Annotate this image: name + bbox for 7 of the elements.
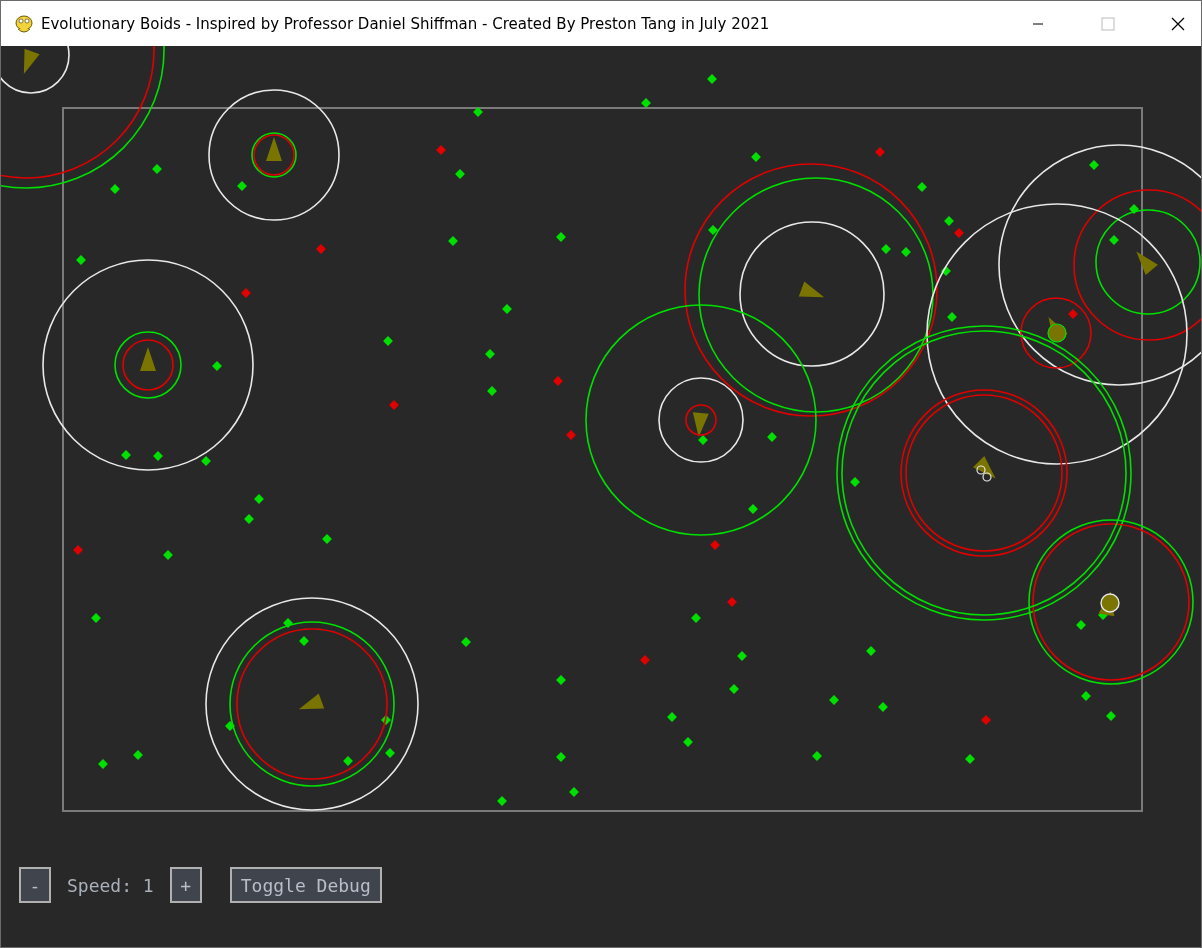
- maximize-icon: [1101, 16, 1115, 31]
- speed-label: Speed: 1: [67, 874, 154, 896]
- increase-speed-button[interactable]: +: [169, 867, 202, 903]
- window-title: Evolutionary Boids - Inspired by Professor Daniel Shiffman - Created By Preston Tang in July 2021: [41, 14, 771, 33]
- close-icon: [1171, 16, 1185, 31]
- toggle-debug-button[interactable]: Toggle Debug: [229, 867, 382, 903]
- decrease-speed-button[interactable]: -: [19, 867, 51, 903]
